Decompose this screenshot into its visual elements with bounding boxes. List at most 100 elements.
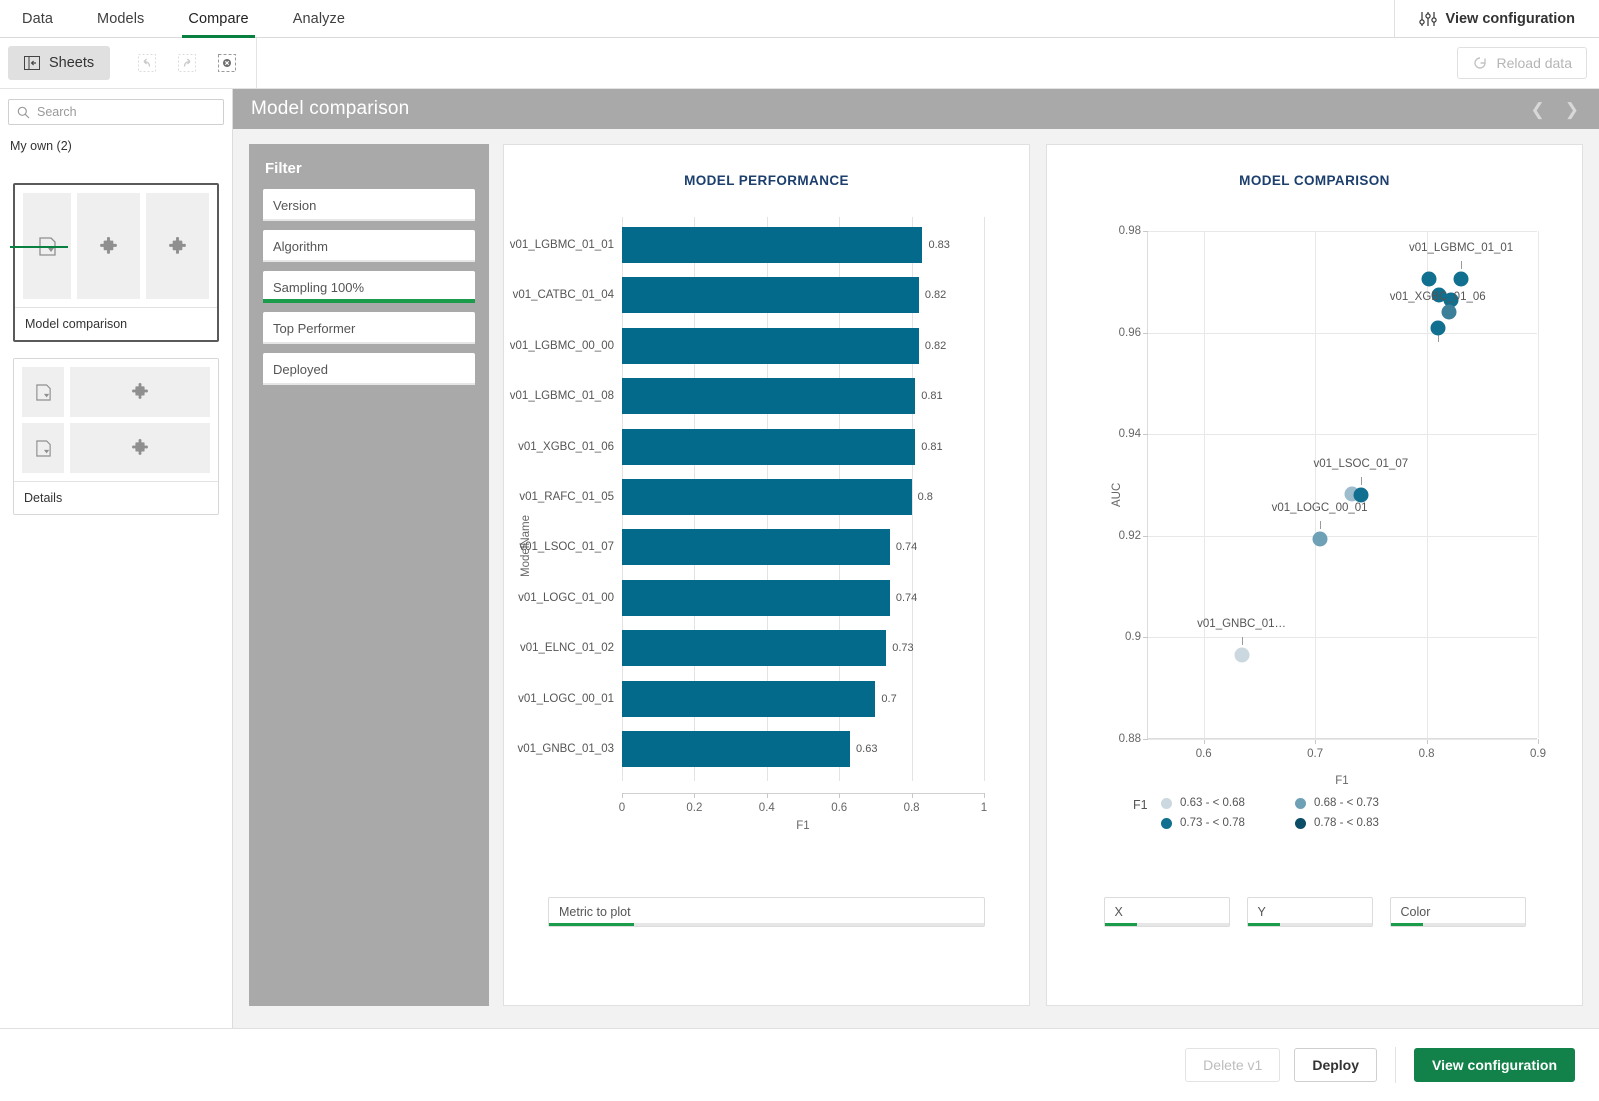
bar-chart-category-label: v01_RAFC_01_05	[519, 491, 614, 503]
scatter-point-label: v01_LGBMC_01_01	[1409, 242, 1514, 255]
color-underline-selected	[1390, 923, 1423, 926]
scatter-plot-area: 0.6 0.7 0.8 0.9 0.88 0.9 0.92 0.94 0.96 0.98 v01_L…	[1119, 225, 1546, 760]
scatter-point-leader-line	[1241, 637, 1243, 646]
filter-item-top-performer[interactable]: Top Performer	[263, 312, 475, 344]
undo-button[interactable]	[130, 46, 164, 80]
view-configuration-top-label: View configuration	[1445, 10, 1575, 27]
bar-chart-bar[interactable]	[622, 227, 923, 263]
metric-to-plot-selector[interactable]: Metric to plot	[548, 897, 985, 927]
filter-item-algorithm[interactable]: Algorithm	[263, 230, 475, 262]
model-comparison-scatter-chart[interactable]: 0.6 0.7 0.8 0.9 0.88 0.9 0.92 0.94 0.96 0.98 v01_L…	[1047, 207, 1584, 997]
filter-item-sampling[interactable]: Sampling 100%	[263, 271, 475, 303]
bar-chart-bar[interactable]	[622, 579, 890, 616]
bar-chart-row[interactable]: v01_RAFC_01_05 0.8	[519, 479, 984, 515]
bar-chart-row[interactable]: v01_LGBMC_01_08 0.81	[510, 378, 984, 415]
scatter-point[interactable]	[1453, 271, 1469, 287]
bar-chart-bar[interactable]	[622, 529, 890, 566]
filter-item-deployed[interactable]: Deployed	[263, 353, 475, 385]
scatter-legend-item[interactable]: 0.68 - < 0.73	[1295, 797, 1379, 809]
bar-chart-row[interactable]: v01_GNBC_01_03 0.63	[517, 731, 984, 767]
bar-chart-bar[interactable]	[622, 630, 887, 667]
bar-chart-row[interactable]: v01_XGBC_01_06 0.81	[518, 428, 984, 465]
scatter-point[interactable]	[1430, 320, 1446, 336]
sheet-thumbnail-details[interactable]: Details	[13, 358, 219, 515]
bar-chart-bar[interactable]	[622, 277, 919, 314]
bar-chart-bar[interactable]	[622, 680, 876, 717]
filter-item-version[interactable]: Version	[263, 189, 475, 221]
chart-placeholder-icon	[77, 193, 140, 299]
page-title: Model comparison	[251, 98, 410, 119]
sheets-button[interactable]: Sheets	[8, 46, 111, 80]
bar-chart-category-label: v01_LOGC_00_01	[518, 692, 614, 705]
nav-tab-compare[interactable]: Compare	[166, 0, 270, 38]
bar-chart-bar[interactable]	[622, 327, 919, 364]
bar-chart-row[interactable]: v01_ELNC_01_02 0.73	[520, 630, 984, 667]
sheet-thumbnail-model-comparison[interactable]: Model comparison	[13, 183, 219, 342]
footer-action-bar: Delete v1 Deploy View configuration	[233, 1028, 1599, 1101]
scatter-y-tick	[1143, 535, 1148, 537]
view-configuration-top-button[interactable]: View configuration	[1395, 0, 1599, 37]
bar-chart-row[interactable]: v01_LOGC_00_01 0.7	[518, 680, 984, 717]
view-configuration-button[interactable]: View configuration	[1414, 1048, 1575, 1082]
top-nav-spacer	[367, 0, 1395, 37]
color-dimension-selector[interactable]: Color	[1389, 897, 1526, 927]
bar-chart-row[interactable]: v01_LGBMC_00_00 0.82	[510, 327, 984, 364]
redo-button[interactable]	[170, 46, 204, 80]
scatter-legend-label: 0.78 - < 0.83	[1314, 817, 1379, 829]
bar-chart-row[interactable]: v01_LSOC_01_07 0.74	[519, 529, 984, 566]
scatter-legend-item[interactable]: 0.63 - < 0.68	[1161, 797, 1245, 809]
bar-chart-bar[interactable]	[622, 479, 912, 515]
top-navigation-bar: Data Models Compare Analyze View configu…	[0, 0, 1599, 38]
filter-item-label: Deployed	[273, 361, 328, 377]
bar-chart-x-tick-label: 0.4	[758, 802, 775, 815]
deploy-button[interactable]: Deploy	[1294, 1048, 1378, 1082]
chevron-right-icon[interactable]: ❯	[1565, 101, 1579, 118]
search-icon	[17, 106, 30, 119]
search-input[interactable]: Search	[8, 99, 224, 125]
scatter-legend-label: 0.63 - < 0.68	[1180, 797, 1245, 809]
scatter-gridline-horizontal	[1148, 231, 1537, 232]
nav-tab-models[interactable]: Models	[75, 0, 166, 38]
scatter-legend-item[interactable]: 0.73 - < 0.78	[1161, 817, 1245, 829]
scatter-legend-swatch	[1161, 817, 1172, 829]
nav-tab-data[interactable]: Data	[0, 0, 75, 38]
scatter-point-label: v01_GNBC_01…	[1197, 618, 1287, 631]
bar-chart-x-axis: 0 0.2 0.4 0.6 0.8 1	[619, 793, 987, 814]
scatter-point[interactable]	[1421, 271, 1437, 287]
y-dimension-selector[interactable]: Y	[1246, 897, 1373, 927]
bar-chart-bar[interactable]	[622, 428, 916, 465]
bar-chart-x-tick	[766, 793, 768, 799]
scatter-point[interactable]	[1312, 531, 1328, 547]
bar-chart-row[interactable]: v01_LGBMC_01_01 0.83	[510, 227, 984, 263]
scatter-y-tick	[1143, 231, 1148, 232]
delete-version-button[interactable]: Delete v1	[1185, 1048, 1281, 1082]
bar-chart-row[interactable]: v01_LOGC_01_00 0.74	[518, 579, 984, 616]
bar-chart-category-label: v01_XGBC_01_06	[518, 440, 614, 453]
scatter-gridline-horizontal	[1148, 332, 1537, 334]
filter-item-label: Sampling 100%	[273, 279, 365, 295]
nav-tab-analyze[interactable]: Analyze	[271, 0, 367, 38]
scatter-point-leader-line	[1319, 521, 1321, 530]
bar-chart-row[interactable]: v01_CATBC_01_04 0.82	[513, 277, 984, 314]
scatter-legend-swatch	[1295, 817, 1306, 829]
y-underline-selected	[1247, 923, 1280, 926]
sidebar-tab-my-own[interactable]: My own (2)	[10, 139, 72, 159]
reload-data-button[interactable]: Reload data	[1457, 47, 1587, 79]
scatter-point[interactable]	[1441, 304, 1457, 320]
scatter-control-row: X Y Color	[1047, 897, 1582, 927]
scatter-point[interactable]	[1353, 487, 1369, 503]
clear-selections-button[interactable]	[210, 46, 244, 80]
scatter-point[interactable]	[1234, 647, 1250, 663]
bar-chart-value-label: 0.74	[895, 541, 918, 554]
filter-panel-title: Filter	[265, 160, 302, 177]
model-performance-bar-chart[interactable]: ModelName v01_LGBMC_01_01 0.83 v01_CATBC_01…	[504, 207, 1031, 997]
scatter-legend-item[interactable]: 0.78 - < 0.83	[1295, 817, 1379, 829]
x-dimension-selector[interactable]: X	[1103, 897, 1230, 927]
bar-chart-bar[interactable]	[622, 731, 851, 767]
bar-chart-x-tick-label: 0	[618, 802, 626, 815]
chevron-left-icon[interactable]: ❮	[1531, 101, 1545, 118]
filter-item-underline	[263, 219, 475, 221]
bar-chart-bar[interactable]	[622, 378, 916, 415]
reload-icon	[1472, 55, 1488, 71]
bar-chart-category-label: v01_CATBC_01_04	[512, 289, 614, 302]
